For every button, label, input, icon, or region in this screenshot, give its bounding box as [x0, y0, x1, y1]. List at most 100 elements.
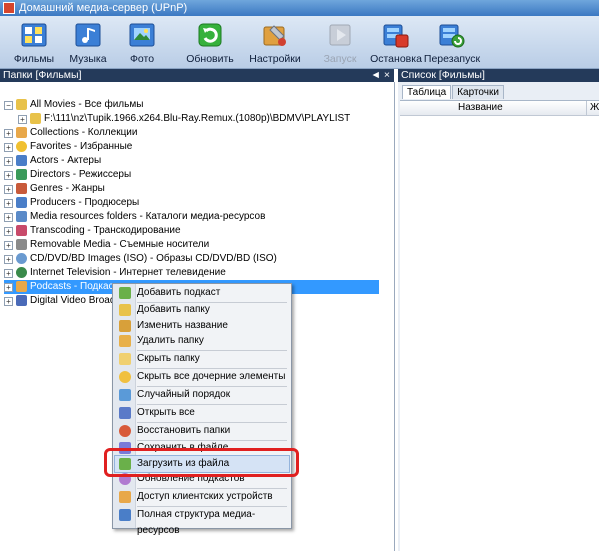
- tree-item-label: Removable Media - Съемные носители: [30, 239, 210, 250]
- structure-icon: [119, 509, 131, 521]
- hide-children-icon: [119, 371, 131, 383]
- expand-toggle[interactable]: +: [4, 143, 13, 152]
- start-label: Запуск: [323, 53, 357, 65]
- restart-button[interactable]: Перезапуск: [420, 18, 484, 65]
- expand-toggle[interactable]: +: [18, 115, 27, 124]
- tree-item-label: Favorites - Избранные: [30, 141, 133, 152]
- tree-item-label: Media resources folders - Каталоги медиа…: [30, 211, 266, 222]
- menu-item-open-all[interactable]: Открыть все: [115, 405, 289, 421]
- refresh-icon: [192, 18, 228, 52]
- tree-item-label: F:\111\nz\Tupik.1966.x264.Blu-Ray.Remux.…: [44, 113, 351, 124]
- menu-item-random-order[interactable]: Случайный порядок: [115, 387, 289, 403]
- tab-cards[interactable]: Карточки: [452, 85, 504, 99]
- expand-toggle[interactable]: +: [4, 241, 13, 250]
- expand-toggle[interactable]: +: [4, 171, 13, 180]
- removable-drive-icon: [16, 239, 27, 250]
- folders-panel-title: Папки [Фильмы]: [3, 69, 82, 81]
- tab-table[interactable]: Таблица: [402, 85, 452, 99]
- expand-toggle[interactable]: +: [4, 297, 13, 306]
- restart-label: Перезапуск: [423, 53, 481, 65]
- stop-label: Остановка: [370, 53, 422, 65]
- globe-icon: [16, 267, 27, 278]
- app-icon: [3, 2, 15, 15]
- media-folders-icon: [16, 211, 27, 222]
- hide-folder-icon: [119, 353, 131, 365]
- expand-toggle[interactable]: +: [4, 185, 13, 194]
- tree-item-label: Directors - Режиссеры: [30, 169, 132, 180]
- settings-icon: [257, 18, 293, 52]
- refresh-button[interactable]: Обновить: [178, 18, 242, 65]
- menu-item-full-structure[interactable]: Полная структура медиа-ресурсов: [115, 507, 289, 536]
- menu-item-restore-folders[interactable]: Восстановить папки: [115, 423, 289, 439]
- rename-icon: [119, 320, 131, 332]
- tree-item-label: Collections - Коллекции: [30, 127, 138, 138]
- expand-toggle[interactable]: +: [4, 255, 13, 264]
- panel-close-icon[interactable]: ◄ ×: [371, 69, 390, 82]
- start-icon: [322, 18, 358, 52]
- column-genre[interactable]: Жанр: [586, 101, 599, 115]
- expand-toggle[interactable]: +: [4, 213, 13, 222]
- window-title: Домашний медиа-сервер (UPnP): [19, 2, 188, 14]
- menu-item-add-folder[interactable]: Добавить папку: [115, 302, 289, 318]
- tree-item-label: Internet Television - Интернет телевиден…: [30, 267, 226, 278]
- expand-toggle[interactable]: +: [4, 227, 13, 236]
- settings-label: Настройки: [249, 53, 301, 65]
- menu-item-delete-folder[interactable]: Удалить папку: [115, 333, 289, 349]
- tree-item-label: Genres - Жанры: [30, 183, 105, 194]
- menu-item-rename[interactable]: Изменить название: [115, 318, 289, 334]
- expand-toggle[interactable]: +: [4, 157, 13, 166]
- menu-item-hide-folder[interactable]: Скрыть папку: [115, 351, 289, 367]
- open-all-icon: [119, 407, 131, 419]
- tree-item-label: CD/DVD/BD Images (ISO) - Образы CD/DVD/B…: [30, 253, 277, 264]
- menu-item-label: Доступ клиентских устройств: [137, 491, 273, 502]
- folder-open-icon: [16, 99, 27, 110]
- transcoding-icon: [16, 225, 27, 236]
- photo-button[interactable]: Фото: [110, 18, 174, 65]
- menu-item-label: Изменить название: [137, 320, 228, 331]
- refresh-label: Обновить: [186, 53, 234, 65]
- title-bar: Домашний медиа-сервер (UPnP): [0, 0, 599, 16]
- expand-toggle[interactable]: +: [4, 283, 13, 292]
- shuffle-icon: [119, 389, 131, 401]
- column-name[interactable]: Название: [458, 101, 503, 115]
- expand-toggle[interactable]: +: [4, 269, 13, 278]
- stop-icon: [378, 18, 414, 52]
- stop-button[interactable]: Остановка: [364, 18, 428, 65]
- star-icon: [16, 141, 27, 152]
- directors-icon: [16, 169, 27, 180]
- menu-item-label: Скрыть все дочерние элементы: [137, 371, 286, 382]
- menu-item-label: Удалить папку: [137, 335, 204, 346]
- expand-toggle[interactable]: +: [4, 129, 13, 138]
- menu-item-label: Добавить подкаст: [137, 287, 221, 298]
- add-podcast-icon: [119, 287, 131, 299]
- restore-icon: [119, 425, 131, 437]
- menu-item-add-podcast[interactable]: Добавить подкаст: [115, 285, 289, 301]
- add-folder-icon: [119, 304, 131, 316]
- start-button[interactable]: Запуск: [308, 18, 372, 65]
- disc-icon: [16, 253, 27, 264]
- folders-panel-header: Папки [Фильмы] ◄ ×: [0, 69, 394, 82]
- film-icon: [16, 18, 52, 52]
- menu-item-label: Скрыть папку: [137, 353, 200, 364]
- context-menu: Добавить подкаст Добавить папку Изменить…: [112, 283, 292, 536]
- tree-item-label: Actors - Актеры: [30, 155, 102, 166]
- expand-toggle[interactable]: +: [4, 199, 13, 208]
- settings-button[interactable]: Настройки: [243, 18, 307, 65]
- media-list-panel: ТаблицаКарточки Название Жанр: [398, 82, 599, 552]
- producers-icon: [16, 197, 27, 208]
- menu-item-label: Добавить папку: [137, 304, 210, 315]
- menu-item-hide-children[interactable]: Скрыть все дочерние элементы: [115, 369, 289, 385]
- actors-icon: [16, 155, 27, 166]
- menu-item-label: Полная структура медиа-ресурсов: [137, 509, 256, 536]
- menu-item-client-access[interactable]: Доступ клиентских устройств: [115, 489, 289, 505]
- music-icon: [70, 18, 106, 52]
- list-panel-header: Список [Фильмы]: [398, 69, 599, 82]
- delete-folder-icon: [119, 335, 131, 347]
- toolbar: Фильмы Музыка Фото Обновить Настройки За…: [0, 16, 599, 69]
- collapse-toggle[interactable]: −: [4, 101, 13, 110]
- broadcast-icon: [16, 295, 27, 306]
- tree-item-label: Transcoding - Транскодирование: [30, 225, 181, 236]
- tree-item-label: All Movies - Все фильмы: [30, 99, 144, 110]
- view-tabs: Таблица Карточки: [402, 85, 505, 99]
- highlight-annotation: [104, 448, 299, 477]
